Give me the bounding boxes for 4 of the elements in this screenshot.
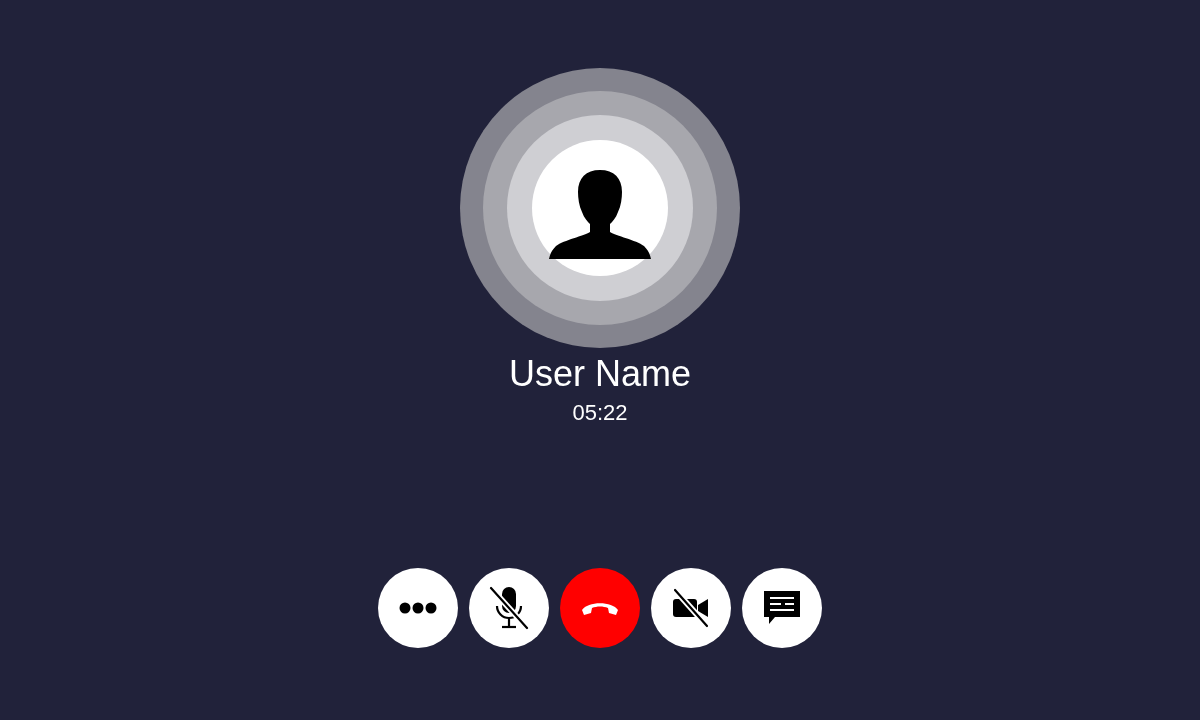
microphone-off-icon [487,584,531,632]
call-duration: 05:22 [572,400,628,426]
caller-name: User Name [508,354,691,394]
more-icon [399,602,437,614]
